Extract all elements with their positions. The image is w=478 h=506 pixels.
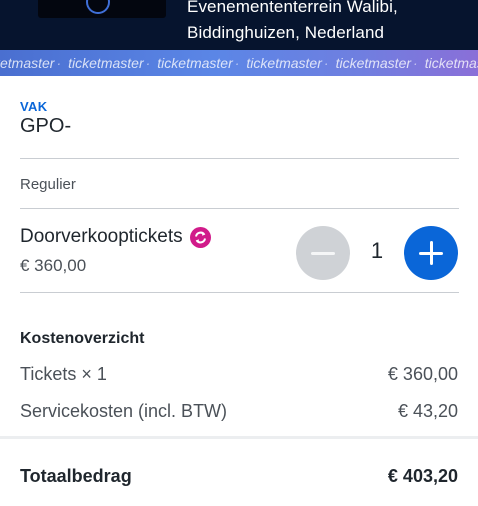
ticketmaster-wordmark: ticketmaster — [68, 54, 150, 72]
summary-row-value: € 360,00 — [387, 364, 458, 384]
ticketmaster-wordmark: ticketmaster — [0, 54, 61, 72]
summary-row-value: € 43,20 — [397, 401, 458, 421]
event-logo-icon — [86, 0, 110, 14]
ticketmaster-wordmark: ticketmaster — [425, 54, 478, 72]
increase-quantity-button[interactable] — [404, 226, 458, 280]
venue-line-1: Evenemententerrein Walibi, — [187, 0, 398, 16]
ticket-type: Doorverkooptickets — [20, 226, 211, 248]
ticket-type-label: Doorverkooptickets — [20, 226, 183, 247]
total-value: € 403,20 — [387, 466, 458, 486]
section-label: VAK — [20, 99, 48, 114]
ticket-category: Regulier — [20, 176, 76, 193]
total-label: Totaalbedrag — [20, 466, 132, 486]
section-value: GPO- — [20, 115, 72, 137]
event-header: Evenemententerrein Walibi, Biddinghuizen… — [0, 0, 478, 50]
divider — [20, 208, 459, 209]
decrease-quantity-button[interactable] — [296, 226, 350, 280]
summary-row-label: Tickets × 1 — [20, 364, 107, 384]
divider — [20, 158, 459, 159]
ticketmaster-wordmark: ticketmaster — [157, 54, 239, 72]
brand-strip: ticketmaster ticketmaster ticketmaster tick… — [0, 54, 478, 72]
ticketmaster-wordmark: ticketmaster — [336, 54, 418, 72]
resale-cycle-icon — [189, 226, 211, 248]
ticketmaster-wordmark: ticketmaster — [246, 54, 328, 72]
ticket-price: € 360,00 — [20, 256, 87, 275]
divider — [20, 292, 459, 293]
event-thumbnail — [38, 0, 166, 18]
event-venue: Evenemententerrein Walibi, Biddinghuizen… — [187, 0, 398, 46]
ticketmaster-brand-band: ticketmaster ticketmaster ticketmaster tick… — [0, 50, 478, 76]
summary-row-label: Servicekosten (incl. BTW) — [20, 401, 228, 421]
cost-overview-title: Kostenoverzicht — [20, 330, 145, 347]
total-separator — [0, 436, 478, 439]
venue-line-2: Biddinghuizen, Nederland — [187, 23, 385, 42]
quantity-value: 1 — [370, 238, 384, 263]
